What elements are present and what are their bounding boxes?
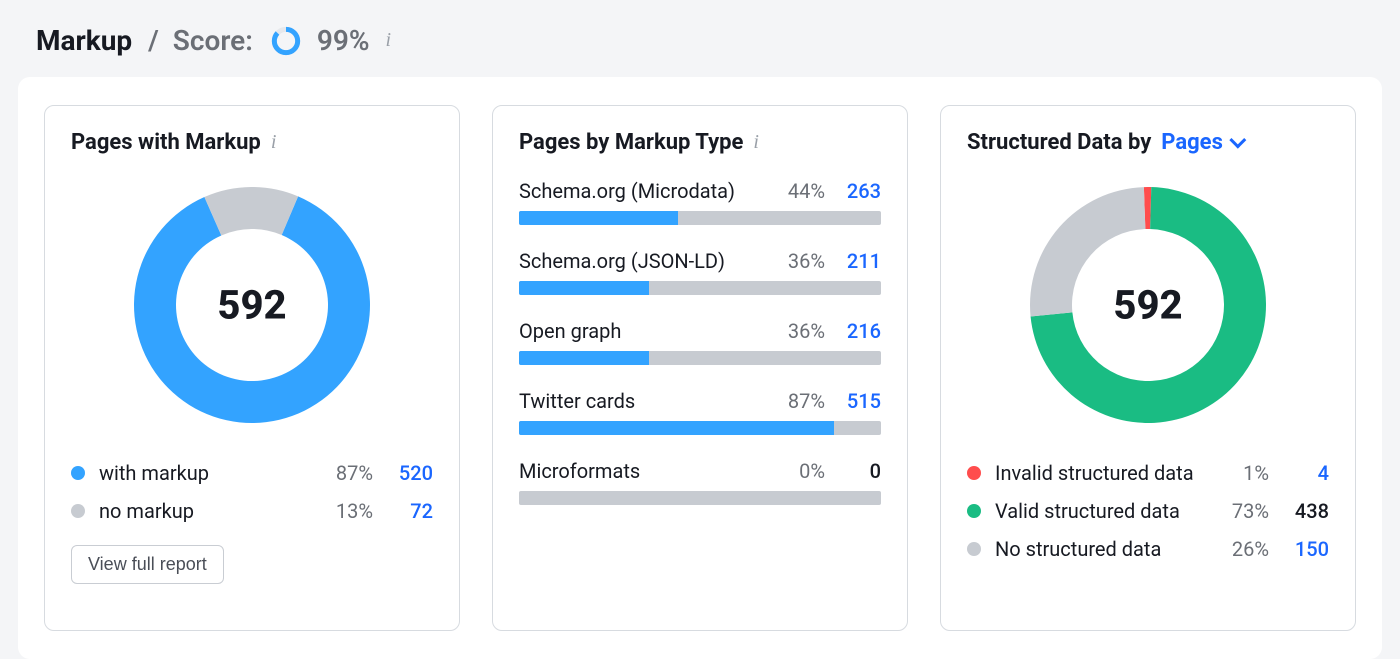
bar-fill [519,351,649,365]
score-ring-icon [271,26,301,56]
dropdown-label: Pages [1161,130,1223,155]
donut-total: 592 [1113,282,1182,329]
legend-count[interactable]: 72 [373,499,433,523]
donut-chart-structured: 592 [967,175,1329,435]
bar-count[interactable]: 216 [825,319,881,343]
legend-dot-icon [967,504,981,518]
title-separator: / [148,24,159,57]
bar-pct: 0% [767,459,825,483]
legend-pct: 73% [1211,499,1269,523]
bar-track [519,211,881,225]
card-title: Pages by Markup Type [519,130,743,155]
bar-label: Open graph [519,319,767,343]
score-label: Score: [173,24,253,57]
legend-label: with markup [99,461,315,485]
bar-track [519,491,881,505]
card-title: Pages with Markup [71,130,261,155]
legend-count[interactable]: 150 [1269,537,1329,561]
legend-dot-icon [71,466,85,480]
info-icon[interactable]: i [386,29,392,52]
view-full-report-button[interactable]: View full report [71,545,224,584]
page-header: Markup / Score: 99% i [0,0,1400,77]
bar-label: Microformats [519,459,767,483]
legend-pct: 13% [315,499,373,523]
legend-label: Valid structured data [995,499,1211,523]
bar-row: Microformats0%0 [519,459,881,505]
bar-fill [519,281,649,295]
card-pages-with-markup: Pages with Markup i 592 with markup87%52… [44,105,460,631]
legend-dot-icon [71,504,85,518]
legend-label: no markup [99,499,315,523]
legend-pct: 87% [315,461,373,485]
page-title: Markup [36,24,132,57]
donut-slice[interactable] [204,187,298,235]
legend-row: Valid structured data73%438 [967,499,1329,523]
info-icon[interactable]: i [271,131,277,154]
chevron-down-icon [1229,131,1246,148]
legend-row: no markup13%72 [71,499,433,523]
legend-count: 438 [1269,499,1329,523]
bar-pct: 87% [767,389,825,413]
donut-chart-markup: 592 [71,175,433,435]
legend-label: No structured data [995,537,1211,561]
card-structured-data: Structured Data by Pages 592 Invalid str… [940,105,1356,631]
bar-count[interactable]: 211 [825,249,881,273]
bar-row: Open graph36%216 [519,319,881,365]
info-icon[interactable]: i [753,131,759,154]
score-value: 99% [317,24,370,57]
structured-by-dropdown[interactable]: Pages [1161,130,1241,155]
bar-count: 0 [825,459,881,483]
bar-count[interactable]: 263 [825,179,881,203]
bar-row: Schema.org (JSON-LD)36%211 [519,249,881,295]
bar-track [519,281,881,295]
bar-row: Twitter cards87%515 [519,389,881,435]
bar-label: Twitter cards [519,389,767,413]
bar-track [519,421,881,435]
bar-count[interactable]: 515 [825,389,881,413]
bar-fill [519,211,678,225]
legend-count[interactable]: 520 [373,461,433,485]
legend-pct: 26% [1211,537,1269,561]
bar-pct: 44% [767,179,825,203]
legend-pct: 1% [1211,461,1269,485]
bars-list: Schema.org (Microdata)44%263Schema.org (… [519,179,881,505]
cards-container: Pages with Markup i 592 with markup87%52… [18,77,1382,659]
bar-label: Schema.org (Microdata) [519,179,767,203]
legend-row: No structured data26%150 [967,537,1329,561]
legend-row: with markup87%520 [71,461,433,485]
card-markup-types: Pages by Markup Type i Schema.org (Micro… [492,105,908,631]
legend-structured: Invalid structured data1%4 Valid structur… [967,461,1329,561]
bar-pct: 36% [767,249,825,273]
donut-total: 592 [217,282,286,329]
bar-track [519,351,881,365]
legend-label: Invalid structured data [995,461,1211,485]
legend-row: Invalid structured data1%4 [967,461,1329,485]
legend-markup: with markup87%520 no markup13%72 [71,461,433,523]
legend-dot-icon [967,466,981,480]
legend-count[interactable]: 4 [1269,461,1329,485]
legend-dot-icon [967,542,981,556]
bar-label: Schema.org (JSON-LD) [519,249,767,273]
card-title: Structured Data by [967,130,1151,155]
bar-pct: 36% [767,319,825,343]
bar-fill [519,421,834,435]
bar-row: Schema.org (Microdata)44%263 [519,179,881,225]
